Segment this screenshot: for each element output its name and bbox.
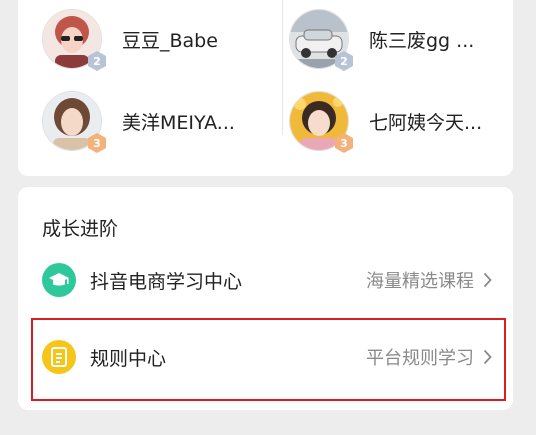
username: 七阿姨今天... xyxy=(369,111,483,134)
column-divider xyxy=(282,0,283,135)
username: 美洋MEIYA... xyxy=(122,111,235,134)
chevron-right-icon xyxy=(483,349,492,365)
row-label: 抖音电商学习中心 xyxy=(90,270,243,293)
following-users-card: 2 豆豆_Babe 2 陈三废gg ... 3 美洋MEIYA... 3 七阿姨… xyxy=(18,0,513,176)
user-item-4[interactable]: 3 七阿姨今天... xyxy=(289,90,483,154)
level-badge: 3 xyxy=(334,132,354,154)
user-item-3[interactable]: 3 美洋MEIYA... xyxy=(42,90,235,154)
growth-card: 成长进阶 抖音电商学习中心 海量精选课程 规则中心 平台规则学习 xyxy=(18,187,513,410)
user-item-1[interactable]: 2 豆豆_Babe xyxy=(42,8,218,72)
section-title: 成长进阶 xyxy=(42,218,119,240)
level-badge: 2 xyxy=(87,50,107,72)
level-badge: 3 xyxy=(87,132,107,154)
level-badge: 2 xyxy=(334,50,354,72)
document-icon xyxy=(42,340,76,374)
chevron-right-icon xyxy=(483,272,492,288)
row-label: 规则中心 xyxy=(90,347,167,370)
row-subtitle: 平台规则学习 xyxy=(366,344,498,370)
learning-center-row[interactable]: 抖音电商学习中心 海量精选课程 xyxy=(32,249,498,311)
graduation-cap-icon xyxy=(42,263,76,297)
row-subtitle: 海量精选课程 xyxy=(366,267,498,293)
username: 陈三废gg ... xyxy=(369,29,475,52)
username: 豆豆_Babe xyxy=(122,29,218,52)
user-item-2[interactable]: 2 陈三废gg ... xyxy=(289,8,475,72)
rules-center-row[interactable]: 规则中心 平台规则学习 xyxy=(32,326,498,388)
